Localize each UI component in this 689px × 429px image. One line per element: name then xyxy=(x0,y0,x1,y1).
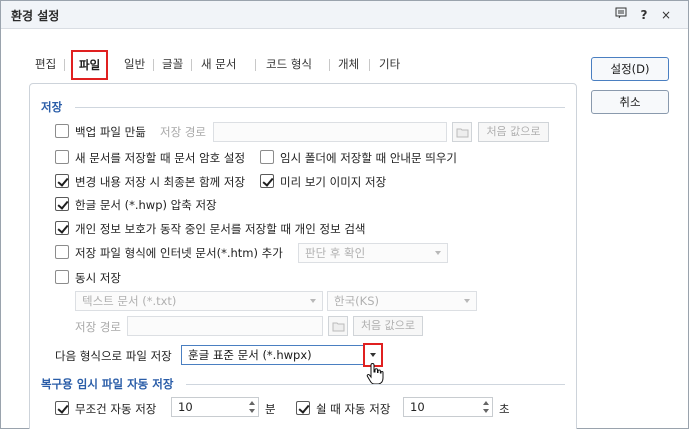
sync-save-label: 동시 저장 xyxy=(75,271,121,285)
cancel-button[interactable]: 취소 xyxy=(591,90,669,114)
auto-save-always-checkbox[interactable] xyxy=(55,401,69,415)
save-group-title: 저장 xyxy=(41,100,63,114)
sync-encoding-select: 한국(KS) xyxy=(327,291,477,311)
password-row: 새 문서를 저장할 때 문서 암호 설정 임시 폴더에 저장할 때 안내문 띄우… xyxy=(55,149,575,167)
auto-save-idle-label: 쉴 때 자동 저장 xyxy=(316,402,391,416)
web-format-checkbox[interactable] xyxy=(55,245,69,259)
folder-icon xyxy=(328,316,348,336)
tab-divider xyxy=(329,59,330,71)
tab-divider xyxy=(191,59,192,71)
close-icon[interactable]: × xyxy=(657,6,675,24)
auto-save-idle-row: 쉴 때 자동 저장 xyxy=(296,400,406,418)
compress-row: 한글 문서 (*.hwp) 압축 저장 xyxy=(55,196,455,214)
tab-divider xyxy=(64,59,65,71)
backup-path-input xyxy=(213,122,447,142)
sync-encoding-value: 한국(KS) xyxy=(334,294,379,308)
backup-path-label: 저장 경로 xyxy=(160,125,206,139)
backup-checkbox[interactable] xyxy=(55,124,69,138)
tab-etc[interactable]: 기타 xyxy=(379,53,400,77)
save-as-label: 다음 형식으로 파일 저장 xyxy=(55,349,172,363)
web-format-select-value: 판단 후 확인 xyxy=(305,246,366,260)
hwp-compress-label: 한글 문서 (*.hwp) 압축 저장 xyxy=(75,198,217,212)
auto-save-idle-stepper[interactable]: 10 xyxy=(403,397,493,417)
auto-save-always-value: 10 xyxy=(178,400,193,414)
web-format-select: 판단 후 확인 xyxy=(298,243,448,263)
minute-unit-label: 분 xyxy=(265,402,276,416)
second-unit-label: 초 xyxy=(499,402,510,416)
new-doc-password-label: 새 문서를 저장할 때 문서 암호 설정 xyxy=(75,151,246,165)
tab-object[interactable]: 개체 xyxy=(338,53,359,77)
save-final-checkbox[interactable] xyxy=(55,174,69,188)
sync-save-row: 동시 저장 xyxy=(55,269,255,287)
web-format-row: 저장 파일 형식에 인터넷 문서(*.htm) 추가 xyxy=(55,244,295,262)
group-divider xyxy=(186,384,565,385)
recovery-group-title: 복구용 임시 파일 자동 저장 xyxy=(41,377,174,391)
tab-font[interactable]: 글꼴 xyxy=(162,53,183,77)
save-final-label: 변경 내용 저장 시 최종본 함께 저장 xyxy=(75,175,246,189)
web-format-label: 저장 파일 형식에 인터넷 문서(*.htm) 추가 xyxy=(75,246,283,260)
sync-path-input xyxy=(127,316,323,336)
chevron-down-icon xyxy=(464,299,470,303)
folder-icon xyxy=(452,122,472,142)
window-title: 환경 설정 xyxy=(11,9,60,23)
sync-path-label: 저장 경로 xyxy=(75,320,121,334)
spin-down-icon[interactable] xyxy=(249,409,255,413)
group-divider xyxy=(75,107,565,108)
auto-save-idle-value: 10 xyxy=(410,400,425,414)
help-panel-icon[interactable] xyxy=(612,6,630,24)
changes-row: 변경 내용 저장 시 최종본 함께 저장 미리 보기 이미지 저장 xyxy=(55,173,575,191)
ok-button[interactable]: 설정(D) xyxy=(591,57,669,81)
tab-divider xyxy=(255,59,256,71)
tab-file[interactable]: 파일 xyxy=(71,50,109,80)
sync-format-value: 텍스트 문서 (*.txt) xyxy=(82,294,177,308)
chevron-down-icon xyxy=(435,251,441,255)
spin-up-icon[interactable] xyxy=(483,401,489,405)
tab-code-format[interactable]: 코드 형식 xyxy=(266,53,312,77)
auto-save-always-row: 무조건 자동 저장 xyxy=(55,400,175,418)
settings-dialog: 환경 설정 ? × 편집 파일 일반 글꼴 새 문서 코드 형식 개체 기타 설… xyxy=(0,0,689,429)
privacy-row: 개인 정보 보호가 동작 중인 문서를 저장할 때 개인 정보 검색 xyxy=(55,220,575,238)
auto-save-always-label: 무조건 자동 저장 xyxy=(75,402,157,416)
tab-new-doc[interactable]: 새 문서 xyxy=(201,53,236,77)
tab-edit[interactable]: 편집 xyxy=(35,53,56,77)
sync-format-select: 텍스트 문서 (*.txt) xyxy=(75,291,323,311)
spin-down-icon[interactable] xyxy=(483,409,489,413)
save-preview-checkbox[interactable] xyxy=(260,174,274,188)
save-preview-label: 미리 보기 이미지 저장 xyxy=(280,175,387,189)
sync-default-button: 처음 값으로 xyxy=(353,316,423,336)
privacy-label: 개인 정보 보호가 동작 중인 문서를 저장할 때 개인 정보 검색 xyxy=(75,222,366,236)
spin-up-icon[interactable] xyxy=(249,401,255,405)
auto-save-always-stepper[interactable]: 10 xyxy=(171,397,259,417)
temp-folder-notice-checkbox[interactable] xyxy=(260,150,274,164)
new-doc-password-checkbox[interactable] xyxy=(55,150,69,164)
tab-divider xyxy=(153,59,154,71)
hand-cursor-icon xyxy=(366,363,384,385)
tab-divider xyxy=(369,59,370,71)
privacy-checkbox[interactable] xyxy=(55,221,69,235)
sync-save-checkbox[interactable] xyxy=(55,270,69,284)
temp-folder-notice-label: 임시 폴더에 저장할 때 안내문 띄우기 xyxy=(280,151,457,165)
backup-label: 백업 파일 만듦 xyxy=(75,125,146,139)
save-as-select[interactable]: 훈글 표준 문서 (*.hwpx) xyxy=(181,343,383,367)
backup-default-button: 처음 값으로 xyxy=(478,122,549,142)
auto-save-idle-checkbox[interactable] xyxy=(296,401,310,415)
question-icon[interactable]: ? xyxy=(635,6,653,24)
hwp-compress-checkbox[interactable] xyxy=(55,197,69,211)
tab-general[interactable]: 일반 xyxy=(124,53,145,77)
title-bar: 환경 설정 ? × xyxy=(1,1,688,29)
save-as-value: 훈글 표준 문서 (*.hwpx) xyxy=(188,348,312,362)
chevron-down-icon xyxy=(310,299,316,303)
